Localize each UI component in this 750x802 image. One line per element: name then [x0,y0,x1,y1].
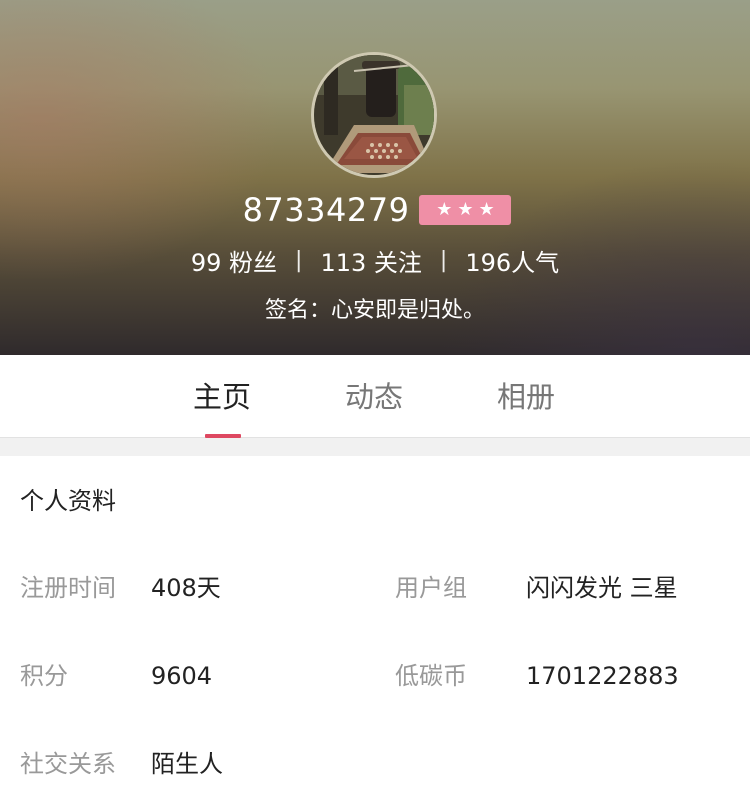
low-carbon-coin-label: 低碳币 [395,662,467,690]
profile-header: 87334279 ★ ★ ★ 99 粉丝 | 113 关注 | 196人气 签名… [0,0,750,355]
register-time-value: 408天 [151,574,221,602]
avatar[interactable] [311,52,437,178]
section-divider [0,438,750,456]
avatar-image [314,55,434,175]
signature: 签名：心安即是归处。 [264,298,485,323]
stats-separator: | [295,247,303,273]
user-id: 87334279 [242,191,410,229]
popularity-count: 196人气 [465,248,560,277]
section-title: 个人资料 [20,487,116,515]
tab-album[interactable]: 相册 [476,377,576,417]
tab-home[interactable]: 主页 [172,377,272,417]
relationship-value: 陌生人 [151,750,223,778]
tab-activity[interactable]: 动态 [324,377,424,417]
star-icon: ★ [457,199,474,220]
profile-info-section: 个人资料 注册时间 408天 用户组 闪闪发光 三星 积分 9604 低碳币 1… [0,456,750,802]
stats-row: 99 粉丝 | 113 关注 | 196人气 [0,240,750,280]
star-level-badge: ★ ★ ★ [419,195,512,225]
low-carbon-coin-value: 1701222883 [526,662,679,690]
relationship-label: 社交关系 [20,750,116,778]
register-time-label: 注册时间 [20,574,116,602]
points-value: 9604 [151,662,213,690]
user-group-value: 闪闪发光 三星 [526,574,678,602]
profile-tabs: 主页 动态 相册 [0,355,750,438]
star-icon: ★ [478,199,495,220]
user-title-row: 87334279 ★ ★ ★ [0,188,750,232]
star-icon: ★ [436,199,453,220]
stats-separator: | [439,247,448,273]
following-count[interactable]: 113 关注 [320,243,421,278]
user-group-label: 用户组 [395,574,467,602]
profile-page: 87334279 ★ ★ ★ 99 粉丝 | 113 关注 | 196人气 签名… [0,0,750,802]
points-label: 积分 [20,662,68,690]
fans-count[interactable]: 99 粉丝 [191,243,277,278]
